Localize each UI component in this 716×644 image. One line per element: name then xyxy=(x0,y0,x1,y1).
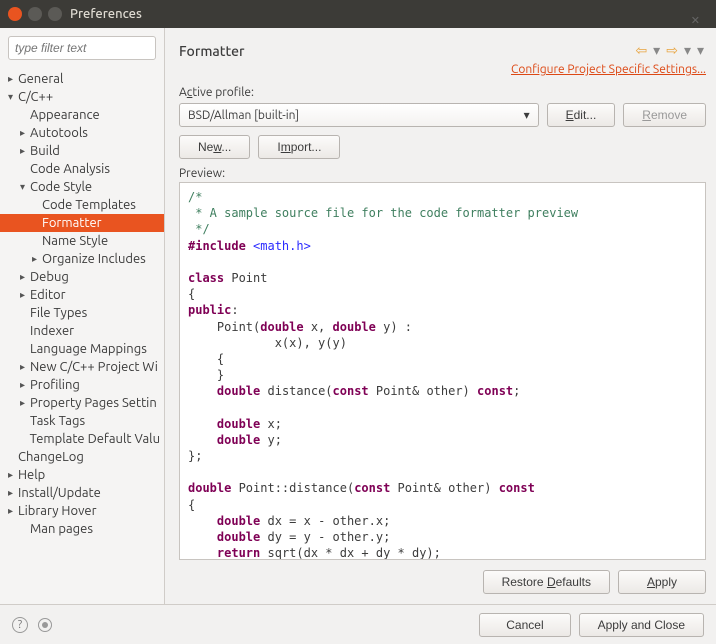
window-controls xyxy=(8,7,62,21)
titlebar: Preferences xyxy=(0,0,716,28)
tree-item-newproject[interactable]: ▸New C/C++ Project Wi xyxy=(0,358,164,376)
back-icon[interactable]: ⇦ xyxy=(633,42,649,59)
tree-item-codetemplates[interactable]: Code Templates xyxy=(0,196,164,214)
preview-label: Preview: xyxy=(179,167,706,180)
back-menu-icon[interactable]: ▾ xyxy=(651,42,662,59)
forward-icon[interactable]: ⇨ xyxy=(664,42,680,59)
tree-item-autotools[interactable]: ▸Autotools xyxy=(0,124,164,142)
tree-item-formatter[interactable]: Formatter xyxy=(0,214,164,232)
tree-item-indexer[interactable]: Indexer xyxy=(0,322,164,340)
apply-button[interactable]: Apply xyxy=(618,570,706,594)
tree-item-changelog[interactable]: ChangeLog xyxy=(0,448,164,466)
edit-button[interactable]: Edit... xyxy=(547,103,616,127)
nav-arrows: ⇦ ▾ ⇨ ▾ ▾ xyxy=(633,42,706,59)
tree-item-ccpp[interactable]: ▾C/C++ xyxy=(0,88,164,106)
tree-item-profiling[interactable]: ▸Profiling xyxy=(0,376,164,394)
active-profile-label: Active profile: xyxy=(179,86,706,99)
panel-header: Formatter ⇦ ▾ ⇨ ▾ ▾ xyxy=(179,42,706,59)
tree-item-installupdate[interactable]: ▸Install/Update xyxy=(0,484,164,502)
import-button[interactable]: Import... xyxy=(258,135,340,159)
tree-item-codeanalysis[interactable]: Code Analysis xyxy=(0,160,164,178)
content-panel: Formatter ⇦ ▾ ⇨ ▾ ▾ Configure Project Sp… xyxy=(165,28,716,604)
import-export-icon[interactable] xyxy=(38,618,52,632)
tree-item-manpages[interactable]: Man pages xyxy=(0,520,164,538)
new-button[interactable]: New... xyxy=(179,135,250,159)
tree-item-tasktags[interactable]: Task Tags xyxy=(0,412,164,430)
panel-buttons: Restore Defaults Apply xyxy=(179,570,706,594)
footer-left: ? xyxy=(12,617,471,633)
chevron-down-icon: ▾ xyxy=(524,108,530,122)
sidebar: ✕ ▸General ▾C/C++ Appearance ▸Autotools … xyxy=(0,28,165,604)
tree-item-appearance[interactable]: Appearance xyxy=(0,106,164,124)
tree-item-languagemappings[interactable]: Language Mappings xyxy=(0,340,164,358)
filter-wrap: ✕ xyxy=(0,28,164,68)
tree-item-help[interactable]: ▸Help xyxy=(0,466,164,484)
maximize-icon[interactable] xyxy=(48,7,62,21)
tree-item-filetypes[interactable]: File Types xyxy=(0,304,164,322)
forward-menu-icon[interactable]: ▾ xyxy=(682,42,693,59)
window-title: Preferences xyxy=(70,7,142,21)
remove-button: Remove xyxy=(623,103,706,127)
main-area: ✕ ▸General ▾C/C++ Appearance ▸Autotools … xyxy=(0,28,716,604)
tree-item-templatedefault[interactable]: Template Default Valu xyxy=(0,430,164,448)
tree-item-editor[interactable]: ▸Editor xyxy=(0,286,164,304)
cancel-button[interactable]: Cancel xyxy=(479,613,570,637)
profile-combo[interactable]: BSD/Allman [built-in] ▾ xyxy=(179,103,539,127)
tree-item-debug[interactable]: ▸Debug xyxy=(0,268,164,286)
view-menu-icon[interactable]: ▾ xyxy=(695,42,706,59)
tree-item-namestyle[interactable]: Name Style xyxy=(0,232,164,250)
tree-item-propertypages[interactable]: ▸Property Pages Settin xyxy=(0,394,164,412)
configure-project-link[interactable]: Configure Project Specific Settings... xyxy=(179,63,706,76)
apply-and-close-button[interactable]: Apply and Close xyxy=(579,613,704,637)
tree-item-codestyle[interactable]: ▾Code Style xyxy=(0,178,164,196)
tree-item-build[interactable]: ▸Build xyxy=(0,142,164,160)
profile-value: BSD/Allman [built-in] xyxy=(188,109,299,122)
preference-tree[interactable]: ▸General ▾C/C++ Appearance ▸Autotools ▸B… xyxy=(0,68,164,604)
profile-actions: New... Import... xyxy=(179,135,706,159)
footer: ? Cancel Apply and Close xyxy=(0,604,716,644)
minimize-icon[interactable] xyxy=(28,7,42,21)
tree-item-general[interactable]: ▸General xyxy=(0,70,164,88)
restore-defaults-button[interactable]: Restore Defaults xyxy=(483,570,610,594)
panel-title: Formatter xyxy=(179,43,633,59)
tree-item-libraryhover[interactable]: ▸Library Hover xyxy=(0,502,164,520)
preview-area[interactable]: /* * A sample source file for the code f… xyxy=(179,182,706,560)
close-icon[interactable] xyxy=(8,7,22,21)
tree-item-organizeincludes[interactable]: ▸Organize Includes xyxy=(0,250,164,268)
help-icon[interactable]: ? xyxy=(12,617,28,633)
profile-row: BSD/Allman [built-in] ▾ Edit... Remove xyxy=(179,103,706,127)
filter-input[interactable] xyxy=(8,36,156,60)
